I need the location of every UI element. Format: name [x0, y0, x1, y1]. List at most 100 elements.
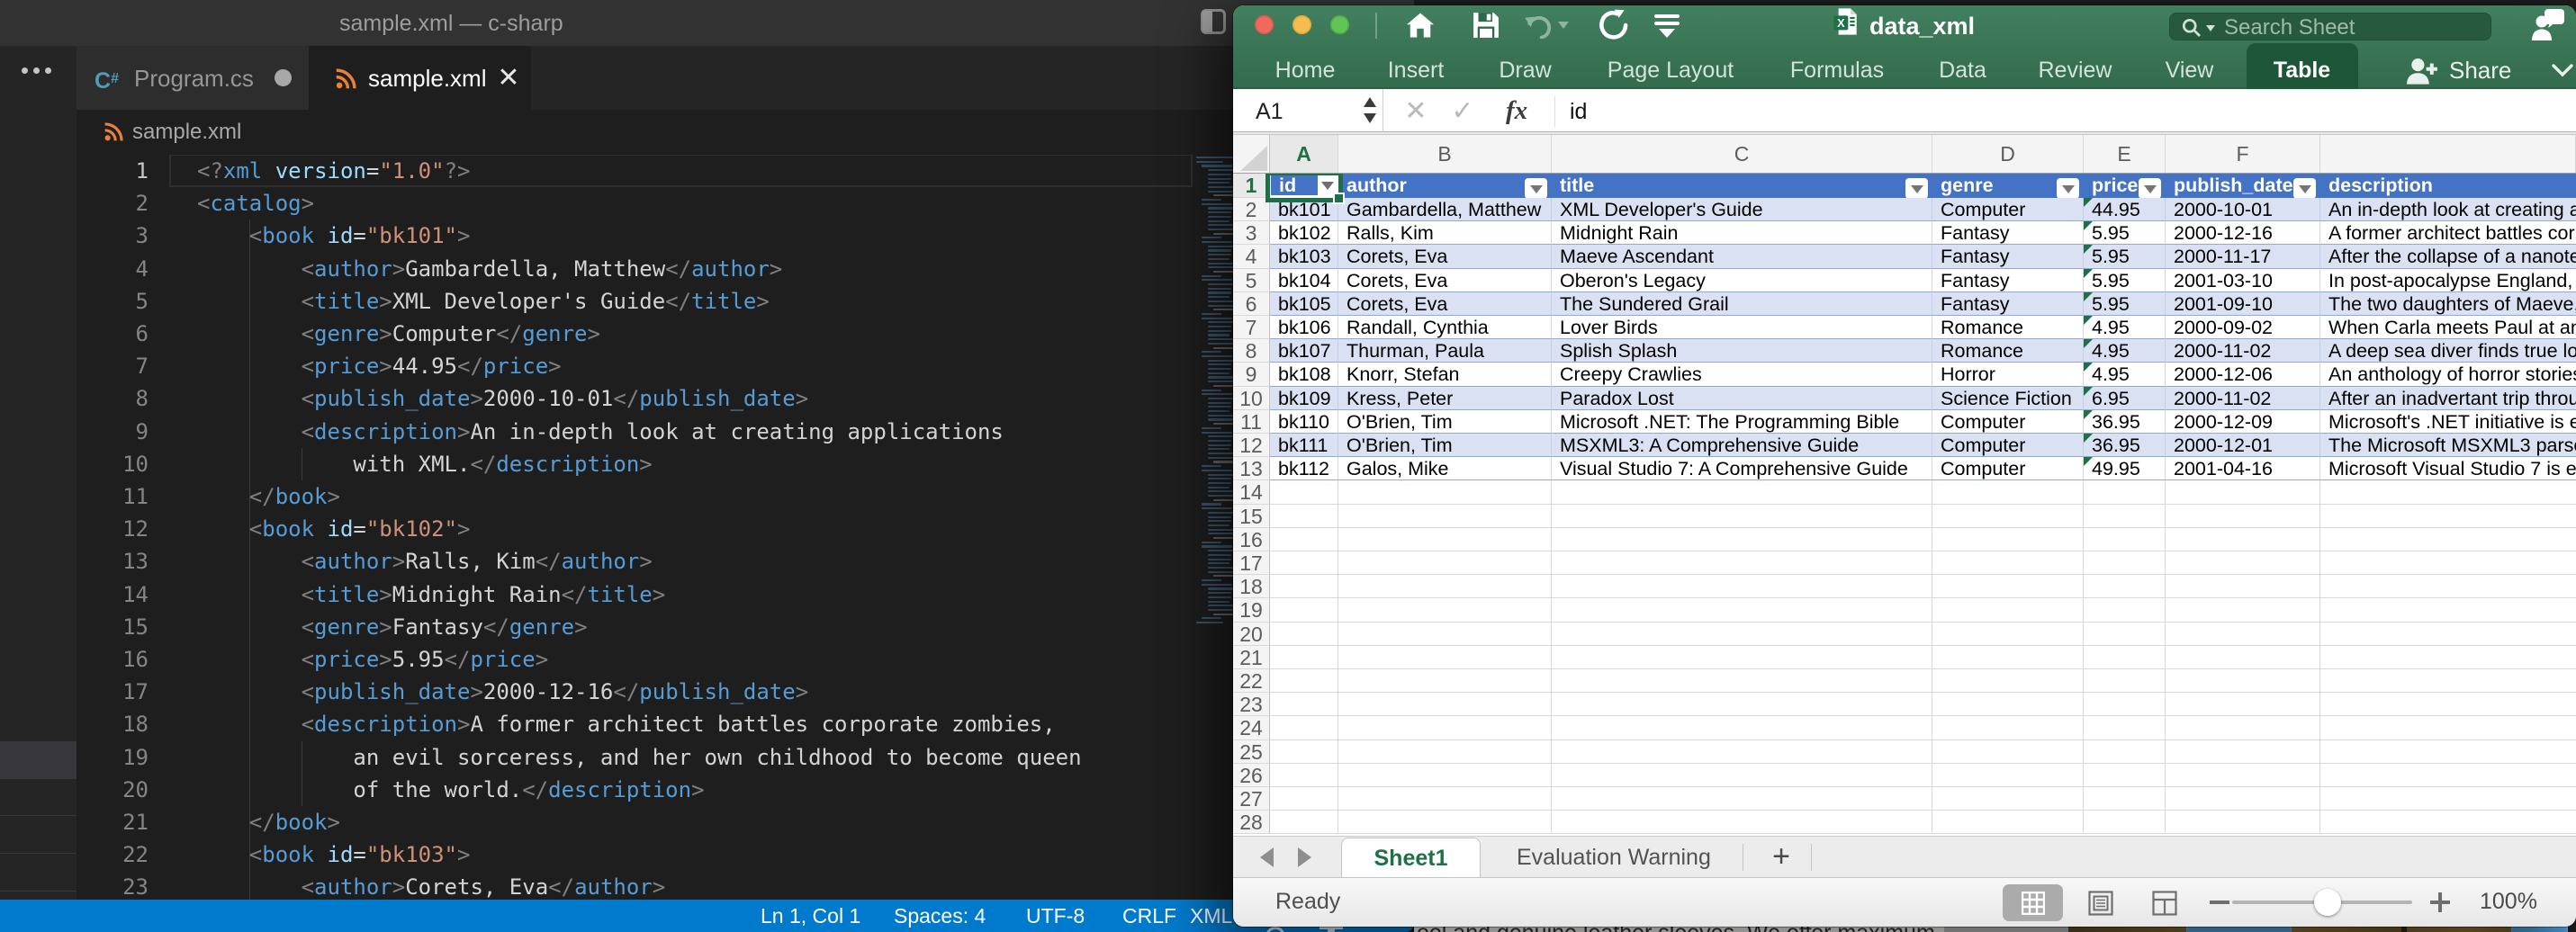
- cell-D27[interactable]: [1932, 787, 2084, 811]
- cell-G16[interactable]: [2320, 528, 2576, 551]
- sidebar-selected-item[interactable]: [0, 741, 77, 779]
- sheet-tab[interactable]: Evaluation Warning: [1517, 837, 1711, 878]
- add-sheet-button[interactable]: +: [1761, 837, 1802, 876]
- cell-G14[interactable]: [2320, 480, 2576, 504]
- row-header-9[interactable]: 9: [1233, 363, 1270, 386]
- cell-F16[interactable]: [2166, 528, 2320, 551]
- cell-F19[interactable]: [2166, 598, 2320, 622]
- ribbon-tab-draw[interactable]: Draw: [1499, 52, 1551, 89]
- page-layout-view-button[interactable]: [2071, 884, 2131, 921]
- cell-E15[interactable]: [2084, 505, 2166, 528]
- column-header-D[interactable]: D: [1932, 135, 2084, 173]
- zoom-slider-knob[interactable]: [2314, 889, 2341, 916]
- cell-B4[interactable]: Corets, Eva: [1338, 245, 1552, 268]
- row-header-5[interactable]: 5: [1233, 269, 1270, 292]
- cell-D15[interactable]: [1932, 505, 2084, 528]
- cell-E6[interactable]: 5.95: [2084, 292, 2166, 316]
- cell-F7[interactable]: 2000-09-02: [2166, 316, 2320, 339]
- cell-F9[interactable]: 2000-12-06: [2166, 363, 2320, 386]
- status-language-mode[interactable]: XML: [1190, 900, 1232, 932]
- row-header-20[interactable]: 20: [1233, 623, 1270, 646]
- cell-E27[interactable]: [2084, 787, 2166, 811]
- cell-E17[interactable]: [2084, 551, 2166, 575]
- cell-A27[interactable]: [1270, 787, 1338, 811]
- cell-A7[interactable]: bk106: [1270, 316, 1338, 339]
- cell-B3[interactable]: Ralls, Kim: [1338, 221, 1552, 245]
- cell-B13[interactable]: Galos, Mike: [1338, 457, 1552, 480]
- row-header-23[interactable]: 23: [1233, 693, 1270, 716]
- cell-G20[interactable]: [2320, 623, 2576, 646]
- cell-F22[interactable]: [2166, 669, 2320, 693]
- cell-B18[interactable]: [1338, 575, 1552, 598]
- row-header-12[interactable]: 12: [1233, 434, 1270, 457]
- cell-E18[interactable]: [2084, 575, 2166, 598]
- cell-A14[interactable]: [1270, 480, 1338, 504]
- cell-F28[interactable]: [2166, 811, 2320, 834]
- cell-G3[interactable]: A former architect battles corporate zom…: [2320, 221, 2576, 245]
- cell-B5[interactable]: Corets, Eva: [1338, 269, 1552, 292]
- cell-G13[interactable]: Microsoft Visual Studio 7 is explained i…: [2320, 457, 2576, 480]
- cell-B6[interactable]: Corets, Eva: [1338, 292, 1552, 316]
- status-indentation[interactable]: Spaces: 4: [894, 900, 986, 932]
- cell-B11[interactable]: O'Brien, Tim: [1338, 410, 1552, 434]
- filter-dropdown-button[interactable]: [2139, 178, 2161, 198]
- cell-E4[interactable]: 5.95: [2084, 245, 2166, 268]
- formula-input[interactable]: id: [1570, 89, 1587, 135]
- cell-B26[interactable]: [1338, 764, 1552, 787]
- cell-E24[interactable]: [2084, 716, 2166, 739]
- cell-F6[interactable]: 2001-09-10: [2166, 292, 2320, 316]
- cell-G11[interactable]: Microsoft's .NET initiative is explored …: [2320, 410, 2576, 434]
- ribbon-tab-table[interactable]: Table: [2274, 52, 2330, 89]
- cell-E10[interactable]: 6.95: [2084, 387, 2166, 410]
- cell-B12[interactable]: O'Brien, Tim: [1338, 434, 1552, 457]
- column-header-B[interactable]: B: [1338, 135, 1552, 173]
- row-header-25[interactable]: 25: [1233, 740, 1270, 764]
- cell-F23[interactable]: [2166, 693, 2320, 716]
- row-header-26[interactable]: 26: [1233, 764, 1270, 787]
- cell-A22[interactable]: [1270, 669, 1338, 693]
- cell-G19[interactable]: [2320, 598, 2576, 622]
- search-box[interactable]: Search Sheet: [2169, 13, 2491, 40]
- cell-B21[interactable]: [1338, 646, 1552, 669]
- cell-E2[interactable]: 44.95: [2084, 198, 2166, 221]
- spreadsheet-grid[interactable]: 1idauthortitlegenrepricepublish_datedesc…: [1233, 174, 2576, 836]
- cell-E5[interactable]: 5.95: [2084, 269, 2166, 292]
- row-header-24[interactable]: 24: [1233, 716, 1270, 739]
- insert-function-icon[interactable]: fx: [1506, 89, 1527, 133]
- zoom-out-button[interactable]: [2210, 901, 2229, 904]
- cell-D9[interactable]: Horror: [1932, 363, 2084, 386]
- cell-C22[interactable]: [1552, 669, 1932, 693]
- cell-G22[interactable]: [2320, 669, 2576, 693]
- cell-C7[interactable]: Lover Birds: [1552, 316, 1932, 339]
- status-encoding[interactable]: UTF-8: [1026, 900, 1085, 932]
- cell-E3[interactable]: 5.95: [2084, 221, 2166, 245]
- cell-D22[interactable]: [1932, 669, 2084, 693]
- column-header-F[interactable]: F: [2166, 135, 2320, 173]
- cell-F26[interactable]: [2166, 764, 2320, 787]
- cell-C15[interactable]: [1552, 505, 1932, 528]
- cell-F14[interactable]: [2166, 480, 2320, 504]
- cell-B9[interactable]: Knorr, Stefan: [1338, 363, 1552, 386]
- cell-B17[interactable]: [1338, 551, 1552, 575]
- cell-B20[interactable]: [1338, 623, 1552, 646]
- cell-D6[interactable]: Fantasy: [1932, 292, 2084, 316]
- row-header-21[interactable]: 21: [1233, 646, 1270, 669]
- cell-C19[interactable]: [1552, 598, 1932, 622]
- cell-A11[interactable]: bk110: [1270, 410, 1338, 434]
- ribbon-tab-data[interactable]: Data: [1939, 52, 1986, 89]
- cell-D26[interactable]: [1932, 764, 2084, 787]
- search-scope-chevron-icon[interactable]: [2206, 25, 2215, 31]
- cell-G17[interactable]: [2320, 551, 2576, 575]
- cell-A18[interactable]: [1270, 575, 1338, 598]
- cell-F12[interactable]: 2000-12-01: [2166, 434, 2320, 457]
- cell-G4[interactable]: After the collapse of a nanotechnology s…: [2320, 245, 2576, 268]
- cell-A23[interactable]: [1270, 693, 1338, 716]
- cell-C13[interactable]: Visual Studio 7: A Comprehensive Guide: [1552, 457, 1932, 480]
- cell-D2[interactable]: Computer: [1932, 198, 2084, 221]
- close-tab-icon[interactable]: ✕: [489, 58, 528, 98]
- cell-B8[interactable]: Thurman, Paula: [1338, 339, 1552, 363]
- cell-F13[interactable]: 2001-04-16: [2166, 457, 2320, 480]
- row-header-3[interactable]: 3: [1233, 221, 1270, 245]
- row-header-8[interactable]: 8: [1233, 339, 1270, 363]
- cell-C23[interactable]: [1552, 693, 1932, 716]
